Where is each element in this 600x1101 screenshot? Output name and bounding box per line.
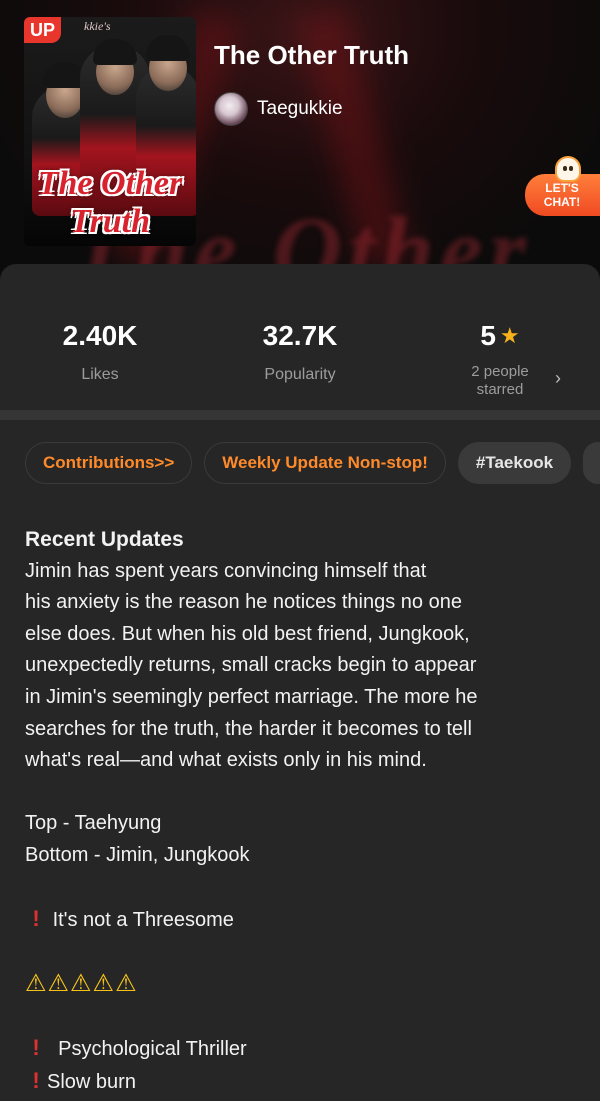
cover-title-line2: Truth: [69, 203, 150, 240]
likes-label: Likes: [81, 366, 119, 383]
summary-line: what's real—and what exists only in his …: [25, 749, 427, 772]
author-row[interactable]: Taegukkie: [214, 92, 343, 126]
ghost-icon: [555, 156, 581, 182]
rating-label-line2: starred: [476, 381, 524, 398]
genre-text: Slow burn: [47, 1071, 136, 1094]
exclamation-icon: !: [32, 1034, 40, 1060]
summary-line: his anxiety is the reason he notices thi…: [25, 591, 462, 614]
rating-row: 5 ★: [400, 319, 600, 353]
summary-line: else does. But when his old best friend,…: [25, 622, 470, 645]
cover-figure-hair: [146, 35, 190, 61]
lets-chat-line2: CHAT!: [543, 195, 581, 209]
author-name[interactable]: Taegukkie: [257, 98, 343, 120]
summary-line: unexpectedly returns, small cracks begin…: [25, 654, 477, 677]
book-description: Recent Updates Jimin has spent years con…: [25, 524, 585, 1099]
popularity-stat: 32.7K Popularity: [200, 264, 400, 410]
tag-overflow[interactable]: [583, 442, 600, 484]
warning-icons: ⚠⚠⚠⚠⚠: [25, 970, 138, 998]
cover-watermark: kkie's: [84, 19, 111, 33]
description-heading: Recent Updates: [25, 528, 184, 551]
lets-chat-line1: LET'S: [545, 181, 579, 195]
summary-line: Jimin has spent years convincing himself…: [25, 559, 427, 582]
exclamation-icon: !: [32, 1068, 40, 1094]
lets-chat-button[interactable]: LET'S CHAT!: [525, 156, 600, 220]
summary-line: in Jimin's seemingly perfect marriage. T…: [25, 685, 478, 708]
tag-taekook[interactable]: #Taekook: [457, 442, 572, 484]
note-text: It's not a Threesome: [52, 909, 234, 932]
exclamation-icon: !: [32, 906, 40, 932]
author-avatar[interactable]: [214, 92, 248, 126]
genre-text: Psychological Thriller: [58, 1037, 247, 1060]
bottom-pairing: Bottom - Jimin, Jungkook: [25, 843, 250, 866]
book-title: The Other Truth: [214, 40, 409, 70]
tag-weekly-update[interactable]: Weekly Update Non-stop!: [204, 442, 446, 484]
popularity-value: 32.7K: [262, 320, 338, 351]
book-cover[interactable]: UP kkie's The Other Truth: [24, 17, 196, 246]
popularity-label: Popularity: [264, 366, 336, 383]
rating-label: 2 people starred: [400, 363, 600, 399]
summary-line: searches for the truth, the harder it be…: [25, 717, 472, 740]
cover-title-line1: The Other: [37, 165, 183, 202]
top-pairing: Top - Taehyung: [25, 812, 162, 835]
note-line: ! It's not a Threesome: [25, 903, 585, 937]
stats-row: 2.40K Likes 32.7K Popularity 5 ★ 2 people…: [0, 264, 600, 410]
section-divider: [0, 410, 600, 420]
rating-value: 5: [480, 320, 496, 351]
rating-stat[interactable]: 5 ★ 2 people starred ›: [400, 264, 600, 410]
book-detail-panel: 2.40K Likes 32.7K Popularity 5 ★ 2 people…: [0, 264, 600, 1101]
star-icon: ★: [499, 323, 520, 348]
genre-line: ! Slow burn: [25, 1065, 585, 1099]
likes-stat: 2.40K Likes: [0, 264, 200, 410]
book-header: The Other UP kkie's The Other Truth The …: [0, 0, 600, 290]
tag-contributions[interactable]: Contributions>>: [25, 442, 193, 484]
likes-value: 2.40K: [62, 320, 138, 351]
genre-line: ! Psychological Thriller: [25, 1032, 585, 1066]
chevron-right-icon[interactable]: ›: [555, 368, 561, 389]
up-badge: UP: [24, 17, 62, 43]
cover-figure-hair: [93, 39, 137, 65]
rating-label-line1: 2 people: [471, 363, 529, 380]
tag-row: Contributions>> Weekly Update Non-stop! …: [25, 442, 600, 484]
